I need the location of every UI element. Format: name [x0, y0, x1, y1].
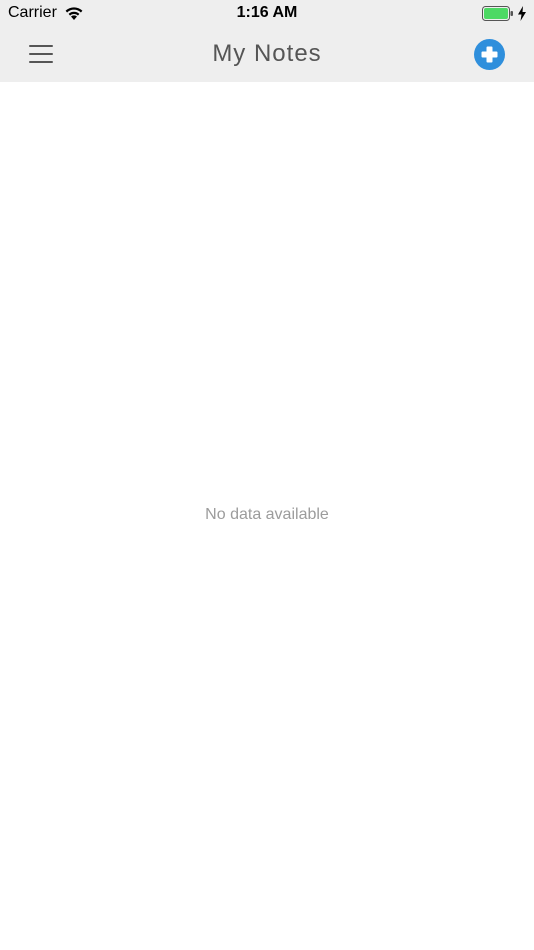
status-bar: Carrier 1:16 AM	[0, 0, 534, 28]
plus-circle-icon	[481, 46, 498, 63]
charging-bolt-icon	[518, 6, 526, 21]
empty-state-message: No data available	[205, 506, 329, 523]
add-note-button[interactable]	[474, 39, 505, 70]
page-title: My Notes	[212, 40, 322, 67]
status-time: 1:16 AM	[236, 4, 298, 21]
battery-icon	[482, 6, 513, 21]
navigation-bar: My Notes	[0, 28, 534, 82]
